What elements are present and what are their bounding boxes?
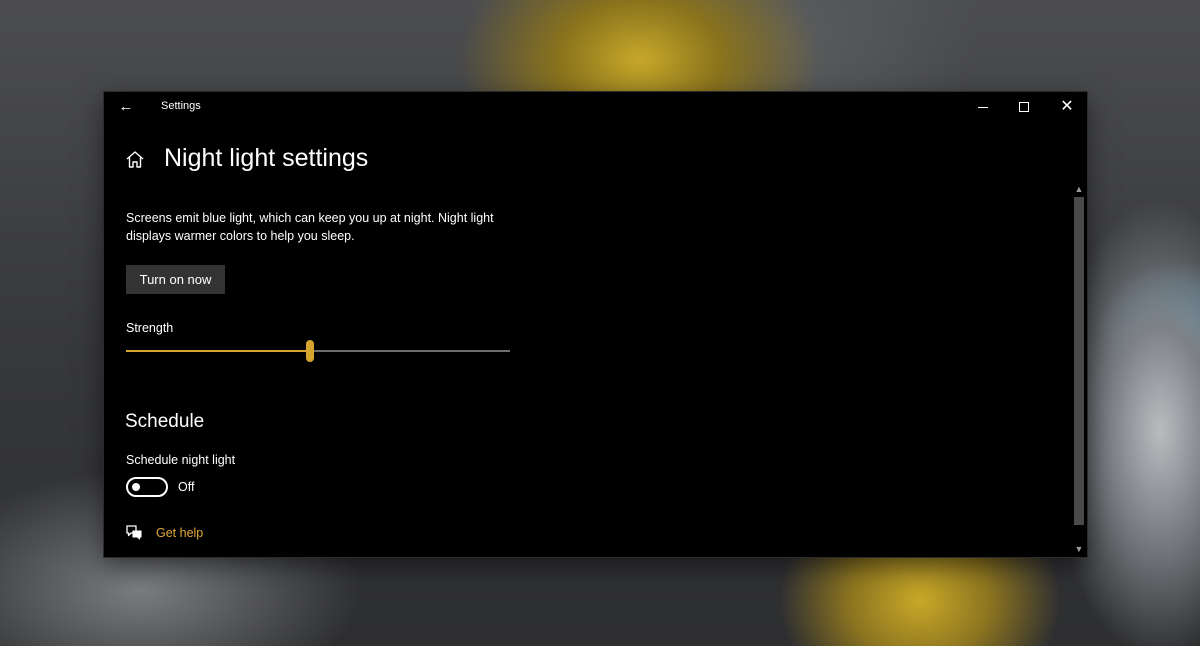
page-title: Night light settings [164, 144, 369, 172]
home-icon[interactable] [124, 149, 146, 171]
strength-slider[interactable] [126, 340, 510, 362]
settings-window: ← Settings ✕ Night light settings Screen… [104, 92, 1087, 557]
title-bar: ← Settings ✕ [104, 92, 1087, 122]
minimize-button[interactable] [960, 92, 1006, 122]
chevron-up-icon[interactable]: ▲ [1071, 181, 1087, 197]
maximize-button[interactable] [1001, 92, 1047, 122]
toggle-state-text: Off [178, 480, 195, 494]
minimize-icon [978, 106, 988, 108]
schedule-toggle[interactable] [126, 477, 168, 497]
slider-thumb[interactable] [306, 340, 315, 362]
strength-label: Strength [126, 321, 174, 335]
description-text: Screens emit blue light, which can keep … [126, 211, 494, 243]
get-help-link[interactable]: Get help [156, 526, 203, 540]
close-icon: ✕ [1060, 98, 1074, 115]
slider-fill [126, 350, 311, 352]
turn-on-now-button[interactable]: Turn on now [126, 265, 225, 294]
close-button[interactable]: ✕ [1044, 92, 1090, 122]
scrollbar[interactable]: ▲ ▼ [1071, 181, 1087, 557]
schedule-heading: Schedule [125, 411, 205, 432]
toggle-knob [132, 483, 140, 491]
back-arrow-icon[interactable]: ← [114, 96, 138, 118]
scroll-thumb[interactable] [1074, 197, 1084, 525]
window-title: Settings [161, 100, 201, 112]
maximize-icon [1019, 102, 1029, 112]
chevron-down-icon[interactable]: ▼ [1071, 541, 1087, 557]
chat-help-icon [126, 525, 142, 540]
schedule-night-light-label: Schedule night light [126, 453, 236, 467]
